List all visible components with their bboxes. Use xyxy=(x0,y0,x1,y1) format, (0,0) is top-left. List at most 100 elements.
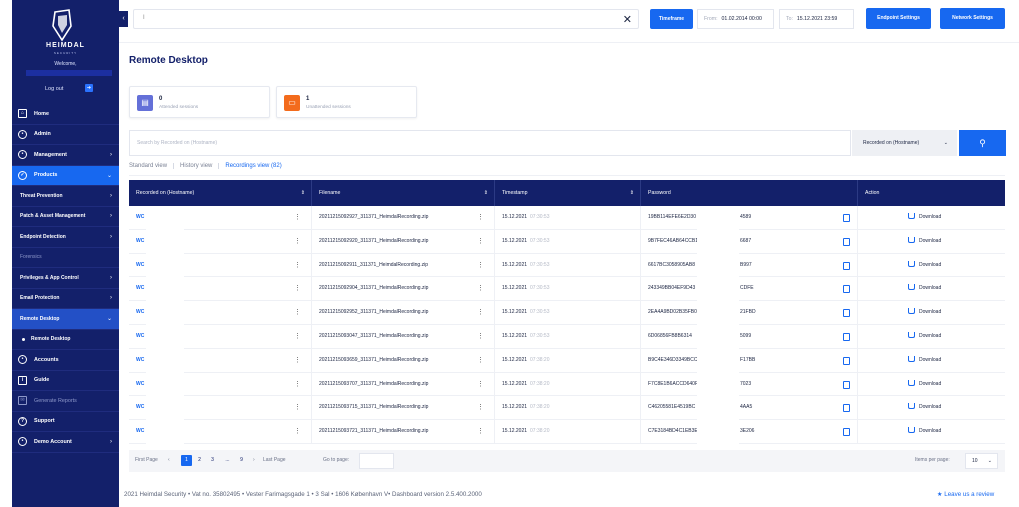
sidebar-item-management[interactable]: • Management › xyxy=(12,145,119,166)
more-options-icon[interactable]: ⋮ xyxy=(294,230,301,254)
more-options-icon[interactable]: ⋮ xyxy=(294,254,301,278)
copy-icon[interactable] xyxy=(843,404,850,413)
more-options-icon[interactable]: ⋮ xyxy=(294,420,301,444)
page-9[interactable]: 9 xyxy=(236,455,247,466)
tab-history-view[interactable]: History view xyxy=(180,163,220,169)
network-settings-button[interactable]: Network Settings xyxy=(940,8,1005,29)
download-button[interactable]: Download xyxy=(908,420,941,444)
hostname-link[interactable]: WC xyxy=(136,357,144,363)
hostname-link[interactable]: WC xyxy=(136,381,144,387)
copy-icon[interactable] xyxy=(843,356,850,365)
search-button[interactable]: ⚲ xyxy=(959,130,1006,156)
copy-icon[interactable] xyxy=(843,261,850,270)
copy-icon[interactable] xyxy=(843,285,850,294)
prev-page-icon[interactable]: ‹ xyxy=(168,457,170,463)
collapse-sidebar-button[interactable]: ‹ xyxy=(119,11,128,27)
sort-icon[interactable]: ⇕ xyxy=(301,180,305,206)
close-icon[interactable]: ✕ xyxy=(623,13,632,26)
download-button[interactable]: Download xyxy=(908,325,941,349)
sidebar-item-forensics[interactable]: Forensics xyxy=(12,248,119,268)
sidebar-item-accounts[interactable]: • Accounts xyxy=(12,350,119,371)
unattended-sessions-card[interactable]: ▭ 1 Unattended sessions xyxy=(276,86,417,118)
global-search-input[interactable]: I ✕ xyxy=(133,9,639,29)
hostname-link[interactable]: WC xyxy=(136,333,144,339)
more-options-icon[interactable]: ⋮ xyxy=(477,420,484,444)
sidebar-item-endpoint-detection[interactable]: Endpoint Detection › xyxy=(12,227,119,248)
more-options-icon[interactable]: ⋮ xyxy=(294,301,301,325)
download-button[interactable]: Download xyxy=(908,206,941,230)
more-options-icon[interactable]: ⋮ xyxy=(294,277,301,301)
sidebar-item-threat-prevention[interactable]: Threat Prevention › xyxy=(12,186,119,207)
sidebar-item-patch-asset[interactable]: Patch & Asset Management › xyxy=(12,207,119,227)
download-button[interactable]: Download xyxy=(908,254,941,278)
tab-recordings-view[interactable]: Recordings view (82) xyxy=(225,163,287,169)
page-2[interactable]: 2 xyxy=(194,455,205,466)
recordings-search-input[interactable] xyxy=(130,131,850,155)
column-header-filename[interactable]: Filename ⇕ xyxy=(312,180,495,206)
to-date-field[interactable]: To: 15.12.2021 23:59 xyxy=(779,9,854,29)
sort-icon[interactable]: ⇕ xyxy=(630,180,634,206)
download-button[interactable]: Download xyxy=(908,373,941,397)
more-options-icon[interactable]: ⋮ xyxy=(477,349,484,373)
copy-icon[interactable] xyxy=(843,214,850,222)
more-options-icon[interactable]: ⋮ xyxy=(294,206,301,230)
sidebar-item-email-protection[interactable]: Email Protection › xyxy=(12,289,119,309)
leave-review-link[interactable]: ★ Leave us a review xyxy=(937,491,994,498)
column-header-timestamp[interactable]: Timestamp ⇕ xyxy=(495,180,641,206)
download-button[interactable]: Download xyxy=(908,349,941,373)
hostname-link[interactable]: WC xyxy=(136,238,144,244)
more-options-icon[interactable]: ⋮ xyxy=(477,373,484,397)
more-options-icon[interactable]: ⋮ xyxy=(477,301,484,325)
page-3[interactable]: 3 xyxy=(207,455,218,466)
sidebar-item-remote-desktop[interactable]: Remote Desktop ⌄ xyxy=(12,309,119,330)
sidebar-item-home[interactable]: ⌂ Home xyxy=(12,104,119,125)
next-page-icon[interactable]: › xyxy=(253,457,255,463)
more-options-icon[interactable]: ⋮ xyxy=(294,396,301,420)
hostname-link[interactable]: WC xyxy=(136,285,144,291)
logout-link[interactable]: Log out xyxy=(45,86,63,92)
sidebar-item-remote-desktop-sub[interactable]: Remote Desktop xyxy=(12,330,119,350)
tab-standard-view[interactable]: Standard view xyxy=(129,163,175,169)
sidebar-item-privileges[interactable]: Privileges & App Control › xyxy=(12,268,119,289)
download-button[interactable]: Download xyxy=(908,230,941,254)
endpoint-settings-button[interactable]: Endpoint Settings xyxy=(866,8,931,29)
hostname-link[interactable]: WC xyxy=(136,428,144,434)
hostname-link[interactable]: WC xyxy=(136,309,144,315)
page-1[interactable]: 1 xyxy=(181,455,192,466)
more-options-icon[interactable]: ⋮ xyxy=(477,396,484,420)
download-button[interactable]: Download xyxy=(908,301,941,325)
sidebar-item-generate-reports[interactable]: ✉ Generate Reports xyxy=(12,391,119,412)
column-header-hostname[interactable]: Recorded on (Hostname) ⇕ xyxy=(129,180,312,206)
hostname-link[interactable]: WC xyxy=(136,262,144,268)
more-options-icon[interactable]: ⋮ xyxy=(477,206,484,230)
logout-icon[interactable]: ➔ xyxy=(85,84,93,92)
copy-icon[interactable] xyxy=(843,309,850,318)
go-to-page-input[interactable] xyxy=(359,453,394,469)
last-page-link[interactable]: Last Page xyxy=(263,457,286,463)
download-button[interactable]: Download xyxy=(908,277,941,301)
copy-icon[interactable] xyxy=(843,380,850,389)
copy-icon[interactable] xyxy=(843,428,850,437)
hostname-link[interactable]: WC xyxy=(136,404,144,410)
sidebar-item-guide[interactable]: i Guide xyxy=(12,371,119,391)
more-options-icon[interactable]: ⋮ xyxy=(477,254,484,278)
sidebar-item-admin[interactable]: • Admin xyxy=(12,125,119,145)
more-options-icon[interactable]: ⋮ xyxy=(477,230,484,254)
more-options-icon[interactable]: ⋮ xyxy=(477,325,484,349)
first-page-link[interactable]: First Page xyxy=(135,457,158,463)
hostname-link[interactable]: WC xyxy=(136,214,144,220)
copy-icon[interactable] xyxy=(843,237,850,246)
sidebar-item-demo-account[interactable]: • Demo Account › xyxy=(12,432,119,453)
more-options-icon[interactable]: ⋮ xyxy=(294,349,301,373)
more-options-icon[interactable]: ⋮ xyxy=(477,277,484,301)
from-date-field[interactable]: From: 01.02.2014 00:00 xyxy=(697,9,774,29)
timeframe-button[interactable]: Timeframe xyxy=(650,9,693,29)
more-options-icon[interactable]: ⋮ xyxy=(294,325,301,349)
sort-icon[interactable]: ⇕ xyxy=(484,180,488,206)
items-per-page-select[interactable]: 10 ⌄ xyxy=(965,453,998,469)
copy-icon[interactable] xyxy=(843,332,850,341)
attended-sessions-card[interactable]: ▤ 0 Attended sessions xyxy=(129,86,270,118)
sidebar-item-support[interactable]: ? Support xyxy=(12,412,119,432)
sidebar-item-products[interactable]: ✓ Products ⌄ xyxy=(12,165,119,186)
download-button[interactable]: Download xyxy=(908,396,941,420)
